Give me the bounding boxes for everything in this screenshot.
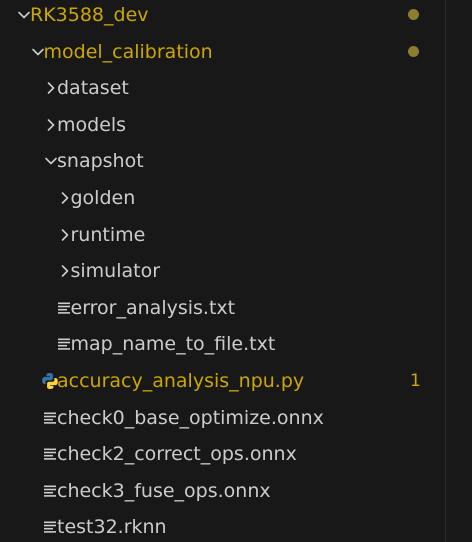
tree-item-snapshot[interactable]: snapshot xyxy=(0,143,446,179)
tree-item-check0-base-optimize-onnx[interactable]: check0_base_optimize.onnx xyxy=(0,400,446,436)
tree-item-rk3588-dev[interactable]: RK3588_dev xyxy=(0,0,446,33)
tree-item-test32-rknn[interactable]: test32.rknn xyxy=(0,509,446,542)
tree-item-label: models xyxy=(57,113,127,136)
tree-item-label: map_name_to_file.txt xyxy=(70,333,276,356)
tree-item-golden[interactable]: golden xyxy=(0,180,446,216)
scrollbar-gutter[interactable] xyxy=(445,0,472,542)
tree-item-simulator[interactable]: simulator xyxy=(0,253,446,289)
tree-item-label: check0_base_optimize.onnx xyxy=(57,406,324,429)
tree-item-label: accuracy_analysis_npu.py xyxy=(57,370,305,392)
tree-item-check2-correct-ops-onnx[interactable]: check2_correct_ops.onnx xyxy=(0,436,446,472)
tree-item-label: dataset xyxy=(57,77,129,100)
tree-item-label: test32.rknn xyxy=(57,516,167,539)
tree-item-model-calibration[interactable]: model_calibration xyxy=(0,34,446,70)
modified-dot-badge xyxy=(408,45,419,57)
problem-count-badge: 1 xyxy=(410,371,421,391)
tree-item-map-name-to-file-txt[interactable]: map_name_to_file.txt xyxy=(0,326,446,362)
tree-item-label: runtime xyxy=(70,223,146,246)
tree-item-label: RK3588_dev xyxy=(30,4,149,26)
tree-item-dataset[interactable]: dataset xyxy=(0,70,446,106)
tree-item-check3-fuse-ops-onnx[interactable]: check3_fuse_ops.onnx xyxy=(0,473,446,509)
tree-item-label: error_analysis.txt xyxy=(70,296,236,319)
tree-item-label: check2_correct_ops.onnx xyxy=(57,443,297,466)
tree-item-error-analysis-txt[interactable]: error_analysis.txt xyxy=(0,290,446,326)
tree-item-label: model_calibration xyxy=(43,40,213,63)
tree-item-accuracy-analysis-npu-py[interactable]: accuracy_analysis_npu.py 1 xyxy=(0,363,446,399)
tree-item-label: simulator xyxy=(70,260,161,283)
modified-dot-badge xyxy=(408,9,419,20)
tree-item-runtime[interactable]: runtime xyxy=(0,217,446,253)
file-explorer-tree: RK3588_dev model_calibrationdataset models… xyxy=(0,0,472,542)
tree-item-label: golden xyxy=(70,187,136,209)
tree-item-label: snapshot xyxy=(57,150,144,173)
tree-item-models[interactable]: models xyxy=(0,107,446,143)
tree-item-label: check3_fuse_ops.onnx xyxy=(57,479,271,502)
